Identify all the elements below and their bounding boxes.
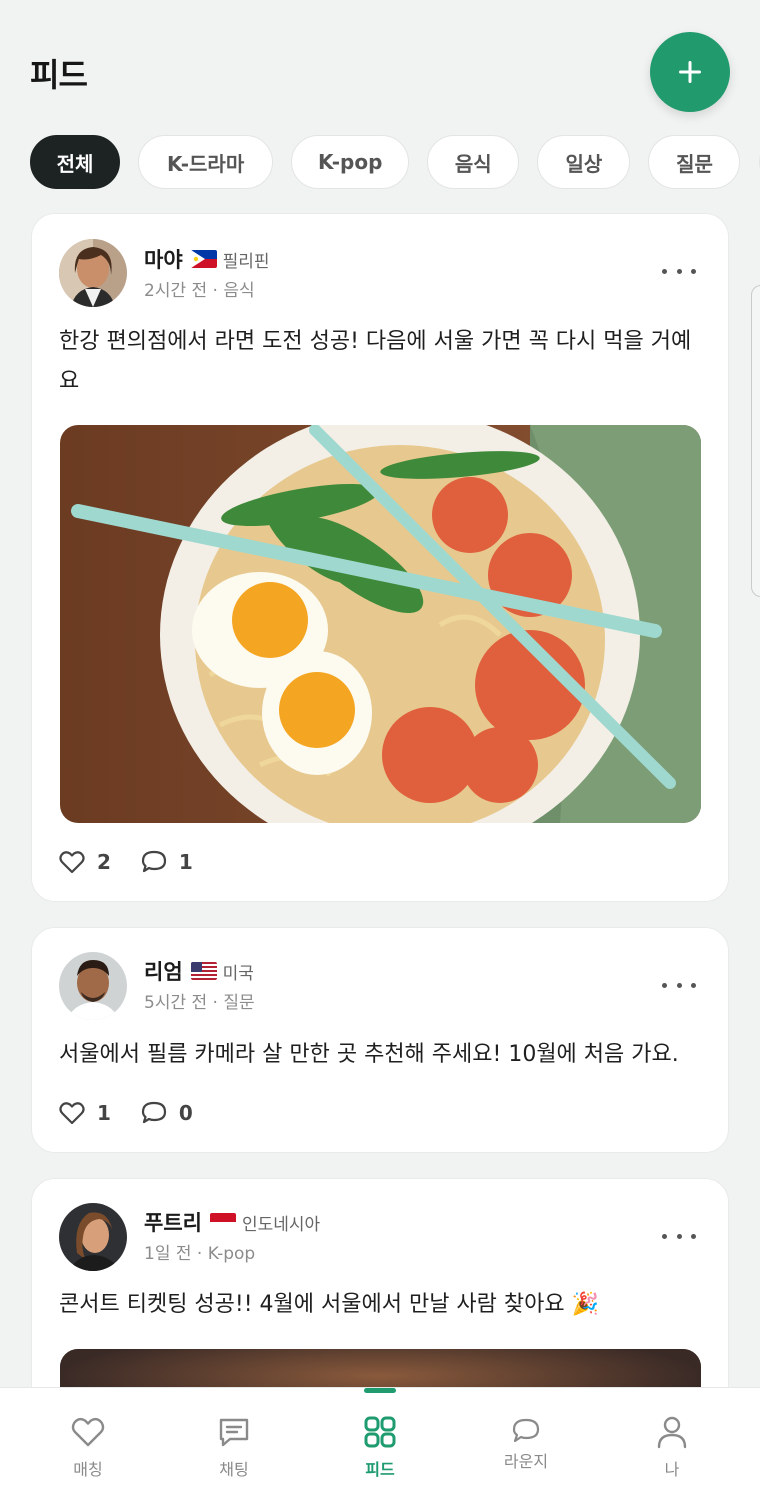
header: 피드 bbox=[0, 0, 760, 130]
comment-count: 0 bbox=[178, 1101, 193, 1125]
post-meta: 2시간 전 · 음식 bbox=[144, 281, 255, 301]
author-country: 미국 bbox=[222, 963, 254, 984]
page-title: 피드 bbox=[30, 56, 88, 94]
bottom-tab-bar: 매칭 채팅 피드 라운지 나 bbox=[0, 1387, 760, 1491]
grid-icon bbox=[364, 1416, 396, 1448]
comment-count: 1 bbox=[178, 850, 193, 874]
category-filter-bar: 전체 K-드라마 K-pop 음식 일상 질문 Q bbox=[30, 135, 760, 191]
plus-icon bbox=[679, 61, 701, 83]
chip-all[interactable]: 전체 bbox=[30, 135, 120, 189]
comment-button[interactable]: 0 bbox=[141, 1101, 193, 1125]
chip-kpop[interactable]: K-pop bbox=[291, 135, 410, 189]
author-name[interactable]: 리엄 bbox=[144, 956, 183, 986]
post-text: 서울에서 필름 카메라 살 만한 곳 추천해 주세요! 10월에 처음 가요. bbox=[59, 1042, 679, 1067]
chip-question[interactable]: 질문 bbox=[648, 135, 741, 189]
post-stats: 2 1 bbox=[59, 850, 223, 874]
philippines-flag-icon bbox=[190, 250, 217, 268]
avatar[interactable] bbox=[59, 952, 127, 1020]
usa-flag-icon bbox=[190, 962, 217, 980]
tab-me[interactable]: 나 bbox=[596, 1388, 748, 1491]
post-meta: 5시간 전 · 질문 bbox=[144, 993, 255, 1013]
chip-food[interactable]: 음식 bbox=[427, 135, 520, 189]
tab-matching[interactable]: 매칭 bbox=[12, 1388, 164, 1491]
like-button[interactable]: 2 bbox=[59, 850, 111, 874]
post-photo[interactable] bbox=[60, 425, 701, 823]
chip-daily[interactable]: 일상 bbox=[537, 135, 631, 189]
author-name[interactable]: 마야 bbox=[144, 244, 183, 274]
avatar[interactable] bbox=[59, 239, 127, 307]
post-card: 리엄 미국 5시간 전 · 질문 서울에서 필름 카메라 살 만한 곳 추천해 … bbox=[31, 927, 729, 1153]
post-meta: 1일 전 · K-pop bbox=[144, 1244, 256, 1264]
more-options-icon[interactable] bbox=[662, 1226, 696, 1246]
more-options-icon[interactable] bbox=[662, 261, 696, 281]
indonesia-flag-icon bbox=[209, 1213, 236, 1231]
tab-chat[interactable]: 채팅 bbox=[158, 1388, 310, 1491]
post-card: 마야 필리핀 2시간 전 · 음식 한강 편의점에서 라면 도전 성공! 다음에… bbox=[31, 213, 729, 902]
author-line: 리엄 미국 bbox=[144, 956, 254, 986]
comment-icon bbox=[141, 1101, 167, 1124]
like-count: 1 bbox=[97, 1101, 111, 1125]
author-line: 마야 필리핀 bbox=[144, 244, 270, 274]
like-count: 2 bbox=[97, 850, 111, 874]
chip-kdrama[interactable]: K-드라마 bbox=[138, 135, 274, 189]
heart-icon bbox=[59, 851, 85, 874]
avatar[interactable] bbox=[59, 1203, 127, 1271]
heart-icon bbox=[71, 1417, 105, 1447]
tab-feed[interactable]: 피드 bbox=[304, 1388, 456, 1491]
author-line: 푸트리 인도네시아 bbox=[144, 1207, 320, 1237]
person-icon bbox=[657, 1416, 687, 1449]
scrollbar[interactable] bbox=[751, 285, 760, 597]
like-button[interactable]: 1 bbox=[59, 1101, 111, 1125]
post-text: 한강 편의점에서 라면 도전 성공! 다음에 서울 가면 꼭 다시 먹을 거예요 bbox=[59, 329, 692, 394]
comment-icon bbox=[141, 850, 167, 873]
comment-button[interactable]: 1 bbox=[141, 850, 193, 874]
tab-lounge[interactable]: 라운지 bbox=[450, 1388, 602, 1491]
author-country: 필리핀 bbox=[222, 251, 270, 272]
more-options-icon[interactable] bbox=[662, 975, 696, 995]
speech-bubble-icon bbox=[512, 1418, 540, 1443]
chat-icon bbox=[219, 1418, 249, 1447]
add-post-button[interactable] bbox=[650, 32, 730, 112]
heart-icon bbox=[59, 1102, 85, 1125]
author-name[interactable]: 푸트리 bbox=[144, 1207, 202, 1237]
post-text: 콘서트 티켓팅 성공!! 4월에 서울에서 만날 사람 찾아요 🎉 bbox=[59, 1292, 600, 1317]
post-stats: 1 0 bbox=[59, 1101, 223, 1125]
author-country: 인도네시아 bbox=[241, 1214, 321, 1235]
